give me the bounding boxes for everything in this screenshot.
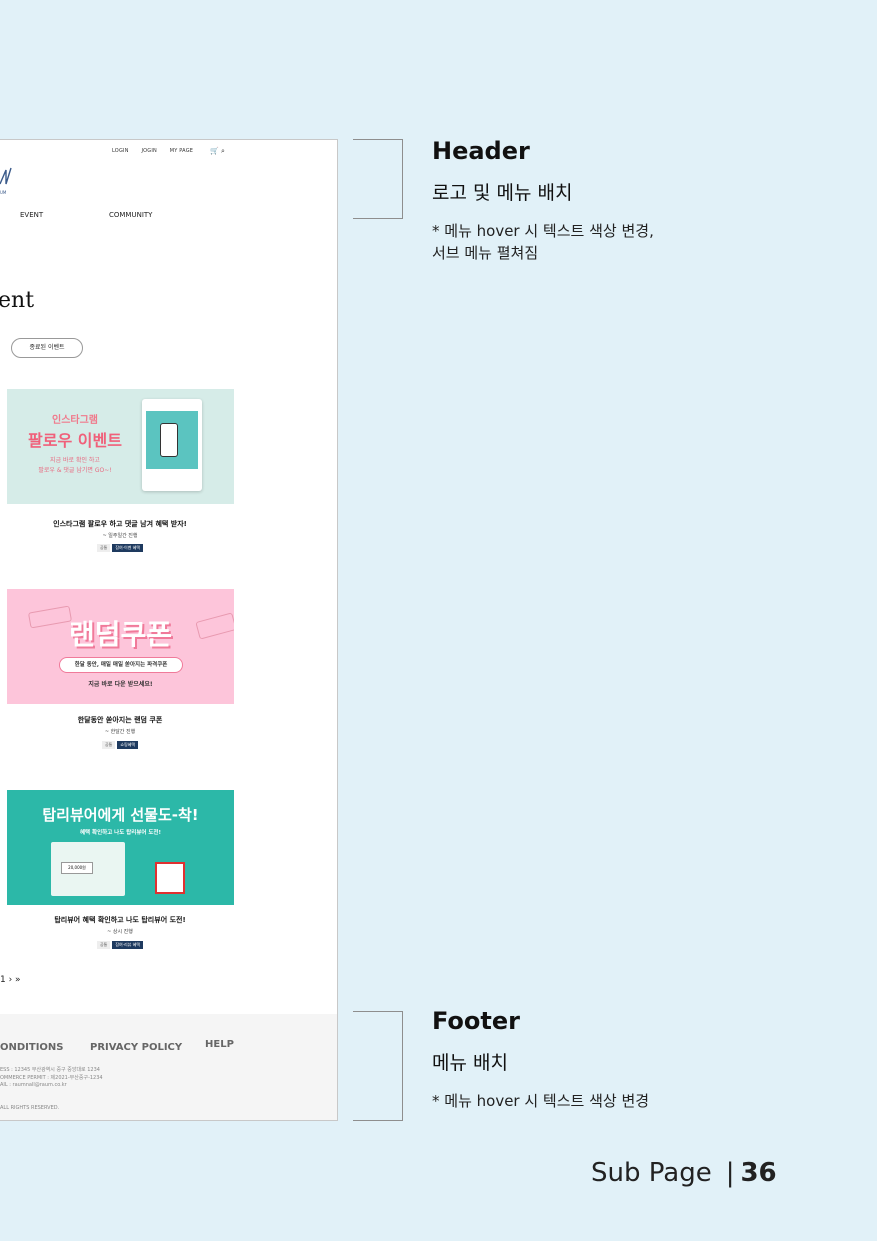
footer-bracket [353, 1011, 403, 1121]
pagination[interactable]: 1 › » [0, 975, 21, 985]
header-annotation-subtitle: 로고 및 메뉴 배치 [432, 182, 573, 204]
banner-line: 한달 동안, 매일 매일 쏟아지는 파격쿠폰 [59, 657, 183, 673]
cart-icon[interactable]: 🛒 [210, 147, 219, 155]
event-period: ~ 일주일간 진행 [102, 533, 138, 539]
insta-post-illustration [142, 399, 202, 491]
tag-benefit: 참여·이벤 혜택 [112, 544, 143, 552]
page-number: 36 [740, 1158, 777, 1188]
banner-line: 랜덤쿠폰 [68, 618, 173, 651]
gift-box-icon [155, 862, 185, 894]
event-title[interactable]: 탑리뷰어 혜택 확인하고 나도 탑리뷰어 도전! [0, 915, 240, 925]
footer-address: ESS : 12345 부산광역시 중구 중앙대로 1234 [0, 1067, 100, 1073]
nav-event[interactable]: EVENT [20, 211, 43, 219]
website-mockup: LOGIN JOGIN MY PAGE 🛒 ⌕ UM EVENT COMMUNI… [0, 139, 338, 1121]
banner-line: 팔로우 & 댓글 남기면 GO~! [38, 467, 112, 474]
banner-line: 지금 바로 다운 받으세요! [88, 681, 153, 688]
header-annotation-title: Header [432, 137, 530, 165]
footer-copyright: ALL RIGHTS RESERVED. [0, 1105, 60, 1111]
banner-line: 탑리뷰어에게 선물도-착! [42, 806, 199, 824]
logo-icon[interactable] [0, 166, 12, 188]
section-label: Sub Page [591, 1158, 712, 1188]
footer-link-conditions[interactable]: ONDITIONS [0, 1042, 64, 1053]
banner-line: 지금 바로 확인 하고 [50, 457, 100, 464]
footer-link-help[interactable]: HELP [205, 1039, 234, 1050]
footer-annotation-note: * 메뉴 hover 시 텍스트 색상 변경 [432, 1092, 650, 1110]
join-link[interactable]: JOGIN [141, 148, 157, 154]
logo-text: UM [0, 190, 7, 195]
site-footer: ONDITIONS PRIVACY POLICY HELP ESS : 1234… [0, 1014, 337, 1120]
search-icon[interactable]: ⌕ [221, 147, 225, 155]
banner-line: 혜택 확인하고 나도 탑리뷰어 도전! [79, 830, 161, 836]
footer-annotation-title: Footer [432, 1007, 520, 1035]
footer-link-privacy[interactable]: PRIVACY POLICY [90, 1042, 182, 1053]
page-number-label: Sub Page | 36 [591, 1158, 777, 1188]
event-period: ~ 한달간 진행 [104, 729, 136, 735]
tag-common: 공통 [97, 544, 111, 552]
header-note-line: 서브 메뉴 펼쳐짐 [432, 244, 539, 262]
mypage-link[interactable]: MY PAGE [170, 148, 193, 154]
event-tags: 공통 쇼핑혜택 [0, 741, 240, 749]
nav-community[interactable]: COMMUNITY [109, 211, 152, 219]
event-title[interactable]: 한달동안 쏟아지는 랜덤 쿠폰 [0, 715, 240, 725]
top-utility-nav: LOGIN JOGIN MY PAGE [112, 148, 204, 154]
event-banner-random-coupon[interactable]: 랜덤쿠폰 한달 동안, 매일 매일 쏟아지는 파격쿠폰 지금 바로 다운 받으세… [7, 589, 234, 704]
login-link[interactable]: LOGIN [112, 148, 129, 154]
footer-annotation-subtitle: 메뉴 배치 [432, 1052, 508, 1074]
separator: | [725, 1158, 735, 1188]
tag-common: 공통 [97, 941, 111, 949]
event-tags: 공통 참여·리뷰 혜택 [0, 941, 240, 949]
event-period: ~ 상시 진행 [107, 929, 133, 935]
header-annotation-note: * 메뉴 hover 시 텍스트 색상 변경, 서브 메뉴 펼쳐짐 [432, 220, 654, 264]
footer-email: AIL : raumnall@raum.co.kr [0, 1082, 67, 1088]
banner-line: 팔로우 이벤트 [28, 431, 122, 450]
tag-benefit: 쇼핑혜택 [117, 741, 139, 749]
page-title: ent [0, 288, 35, 313]
footer-permit: OMMERCE PERMIT : 제2021-부산중구-1234 [0, 1075, 103, 1081]
event-banner-top-reviewer[interactable]: 탑리뷰어에게 선물도-착! 혜택 확인하고 나도 탑리뷰어 도전! 20,000… [7, 790, 234, 905]
event-title[interactable]: 인스타그램 팔로우 하고 댓글 남겨 혜택 받자! [0, 519, 240, 529]
header-bracket [353, 139, 403, 219]
top-icons: 🛒 ⌕ [210, 147, 225, 156]
banner-line: 20,000원 [61, 862, 93, 874]
event-banner-instagram[interactable]: 인스타그램 팔로우 이벤트 지금 바로 확인 하고 팔로우 & 댓글 남기면 G… [7, 389, 234, 504]
header-note-line: * 메뉴 hover 시 텍스트 색상 변경, [432, 222, 654, 240]
banner-line: 인스타그램 [52, 415, 98, 426]
tag-benefit: 참여·리뷰 혜택 [112, 941, 143, 949]
coupon-card-illustration: 20,000원 [51, 842, 125, 896]
tag-common: 공통 [101, 741, 116, 749]
event-tags: 공통 참여·이벤 혜택 [0, 544, 240, 552]
ended-events-button[interactable]: 종료된 이벤트 [11, 338, 83, 358]
